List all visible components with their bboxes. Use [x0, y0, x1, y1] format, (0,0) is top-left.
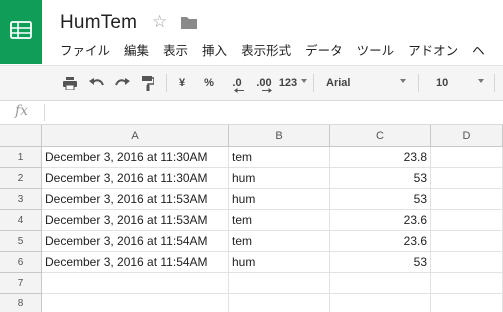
toolbar: ¥ % .0 .00 123 Arial 10 [0, 65, 503, 101]
cell-a6[interactable]: December 3, 2016 at 11:54AM [42, 252, 229, 273]
cell-a8[interactable] [42, 294, 229, 312]
font-family-caret-icon[interactable] [400, 79, 406, 83]
cell-b3[interactable]: hum [229, 189, 330, 210]
increase-decimal-button[interactable]: .00 [252, 66, 276, 100]
cell-b6[interactable]: hum [229, 252, 330, 273]
cell-a3[interactable]: December 3, 2016 at 11:53AM [42, 189, 229, 210]
sheets-home-button[interactable] [0, 0, 42, 64]
app-header: HumTem ☆ ファイル 編集 表示 挿入 表示形式 データ ツール アドオンヘ [0, 0, 503, 65]
paint-format-icon [142, 75, 154, 91]
cell-a1[interactable]: December 3, 2016 at 11:30AM [42, 147, 229, 168]
document-title[interactable]: HumTem [60, 12, 137, 34]
row-header[interactable]: 3 [0, 189, 42, 210]
column-header-d[interactable]: D [431, 125, 503, 147]
sheets-logo-icon [10, 21, 32, 39]
menu-help[interactable]: ヘ [472, 42, 485, 60]
arrow-left-icon [234, 88, 244, 93]
menu-format[interactable]: 表示形式 [241, 42, 291, 60]
star-icon[interactable]: ☆ [152, 14, 167, 31]
menu-file[interactable]: ファイル [60, 42, 110, 60]
cell-b5[interactable]: tem [229, 231, 330, 252]
print-icon [63, 76, 77, 90]
column-header-a[interactable]: A [42, 125, 229, 147]
menu-bar: ファイル 編集 表示 挿入 表示形式 データ ツール アドオンヘ [60, 40, 499, 58]
cell-d5[interactable] [431, 231, 503, 252]
row-header[interactable]: 1 [0, 147, 42, 168]
formula-bar: fx [0, 101, 503, 125]
redo-icon [114, 77, 130, 85]
decrease-decimal-button[interactable]: .0 [226, 66, 248, 100]
paint-format-button[interactable] [138, 66, 158, 100]
cell-c8[interactable] [330, 294, 431, 312]
menu-tools[interactable]: ツール [357, 42, 395, 60]
cell-c2[interactable]: 53 [330, 168, 431, 189]
menu-data[interactable]: データ [305, 42, 343, 60]
cell-c3[interactable]: 53 [330, 189, 431, 210]
row-header[interactable]: 8 [0, 294, 42, 312]
currency-format-button[interactable]: ¥ [174, 66, 190, 100]
select-all-corner[interactable] [0, 125, 42, 147]
font-family-select[interactable]: Arial [320, 66, 412, 100]
row-header[interactable]: 2 [0, 168, 42, 189]
cell-b1[interactable]: tem [229, 147, 330, 168]
formula-divider [44, 104, 45, 121]
toolbar-divider [313, 74, 314, 92]
folder-icon[interactable] [180, 15, 198, 34]
cell-b4[interactable]: tem [229, 210, 330, 231]
menu-insert[interactable]: 挿入 [202, 42, 227, 60]
menu-view[interactable]: 表示 [163, 42, 188, 60]
print-button[interactable] [60, 66, 80, 100]
column-header-b[interactable]: B [229, 125, 330, 147]
cell-a5[interactable]: December 3, 2016 at 11:54AM [42, 231, 229, 252]
number-format-button[interactable]: 123 [277, 66, 299, 100]
redo-button[interactable] [112, 66, 132, 100]
cell-a4[interactable]: December 3, 2016 at 11:53AM [42, 210, 229, 231]
percent-format-button[interactable]: % [200, 66, 218, 100]
cell-c6[interactable]: 53 [330, 252, 431, 273]
cell-d7[interactable] [431, 273, 503, 294]
undo-button[interactable] [86, 66, 106, 100]
row-header[interactable]: 6 [0, 252, 42, 273]
row-header[interactable]: 7 [0, 273, 42, 294]
formula-input[interactable] [50, 104, 500, 122]
cell-c1[interactable]: 23.8 [330, 147, 431, 168]
toolbar-divider [494, 74, 495, 92]
menu-addons[interactable]: アドオン [408, 42, 458, 60]
toolbar-divider [166, 74, 167, 92]
cell-b7[interactable] [229, 273, 330, 294]
font-size-value: 10 [436, 77, 449, 89]
row-header[interactable]: 4 [0, 210, 42, 231]
cell-d3[interactable] [431, 189, 503, 210]
cell-a2[interactable]: December 3, 2016 at 11:30AM [42, 168, 229, 189]
cell-d4[interactable] [431, 210, 503, 231]
column-header-c[interactable]: C [330, 125, 431, 147]
cell-b2[interactable]: hum [229, 168, 330, 189]
cell-c5[interactable]: 23.6 [330, 231, 431, 252]
fx-icon: fx [15, 103, 29, 119]
number-format-caret-icon[interactable] [301, 79, 307, 83]
font-family-value: Arial [326, 77, 351, 89]
cell-c7[interactable] [330, 273, 431, 294]
arrow-right-icon [262, 88, 272, 93]
cell-d1[interactable] [431, 147, 503, 168]
cell-a7[interactable] [42, 273, 229, 294]
cell-c4[interactable]: 23.6 [330, 210, 431, 231]
cell-b8[interactable] [229, 294, 330, 312]
font-size-select[interactable]: 10 [426, 66, 490, 100]
cell-d6[interactable] [431, 252, 503, 273]
font-size-caret-icon[interactable] [478, 79, 484, 83]
row-header[interactable]: 5 [0, 231, 42, 252]
undo-icon [88, 77, 104, 85]
cell-d2[interactable] [431, 168, 503, 189]
menu-edit[interactable]: 編集 [124, 42, 149, 60]
toolbar-divider [418, 74, 419, 92]
cell-d8[interactable] [431, 294, 503, 312]
